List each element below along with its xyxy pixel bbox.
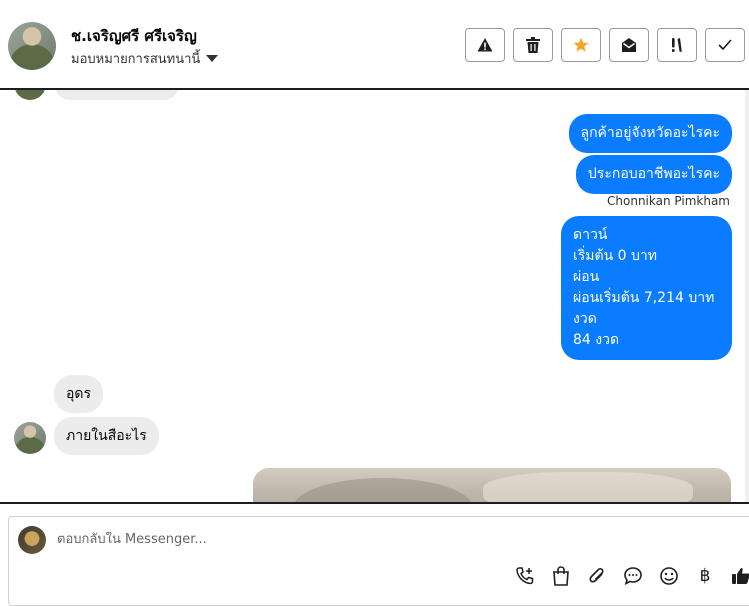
warning-icon <box>477 38 493 52</box>
summary-line: 84 งวด <box>573 332 620 348</box>
photo-detail <box>483 472 693 502</box>
header-toolbar <box>465 28 745 62</box>
smiley-icon <box>660 567 678 585</box>
trash-icon <box>526 37 540 53</box>
divider <box>0 502 749 504</box>
message-thread[interactable]: ลูกค้าอยู่จังหวัดอะไรคะ ประกอบอาชีพอะไรค… <box>0 90 749 502</box>
attach-button[interactable] <box>586 565 608 587</box>
emoji-button[interactable] <box>658 565 680 587</box>
chat-bubble-icon <box>624 567 642 586</box>
important-icon <box>672 38 682 52</box>
envelope-open-icon <box>622 38 636 52</box>
summary-line: ดาวน์ <box>573 227 608 243</box>
check-icon <box>718 39 732 51</box>
call-button[interactable] <box>514 565 536 587</box>
payment-button[interactable]: ฿ <box>694 565 716 587</box>
scrollbar[interactable] <box>745 90 749 502</box>
contact-name[interactable]: ช.เจริญศรี ศรีเจริญ <box>71 24 197 48</box>
chevron-down-icon <box>206 55 219 62</box>
summary-line: เริ่มต้น 0 บาท <box>573 248 657 264</box>
paperclip-icon <box>589 567 604 583</box>
assign-label: มอบหมายการสนทนานี้ <box>71 52 201 67</box>
image-attachment[interactable] <box>253 468 731 502</box>
summary-line: งวด <box>573 311 597 327</box>
message-bubble-incoming[interactable]: ภายในสือะไร <box>54 417 159 455</box>
mark-spam-button[interactable] <box>465 28 505 62</box>
phone-plus-icon <box>516 567 534 585</box>
saved-replies-button[interactable] <box>622 565 644 587</box>
message-bubble-outgoing[interactable]: ประกอบอาชีพอะไรคะ <box>575 155 732 194</box>
thumbs-up-icon <box>732 568 749 584</box>
summary-line: ผ่อนเริ่มต้น 7,214 บาท <box>573 290 715 306</box>
shopping-bag-icon <box>553 566 569 586</box>
contact-avatar-small <box>14 90 46 100</box>
contact-avatar[interactable] <box>8 22 56 70</box>
reply-input[interactable] <box>57 532 457 547</box>
message-text: ลูกค้าอยู่จังหวัดอะไรคะ <box>580 125 721 141</box>
mark-unread-button[interactable] <box>609 28 649 62</box>
sender-name: Chonnikan Pimkham <box>607 194 730 208</box>
shop-button[interactable] <box>550 565 572 587</box>
photo-detail <box>293 478 473 502</box>
conversation-header: ช.เจริญศรี ศรีเจริญ มอบหมายการสนทนานี้ <box>0 0 749 90</box>
message-text: ประกอบอาชีพอะไรคะ <box>587 166 720 182</box>
summary-line: ผ่อน <box>573 269 600 285</box>
message-bubble-outgoing[interactable]: ลูกค้าอยู่จังหวัดอะไรคะ <box>568 114 732 153</box>
star-button[interactable] <box>561 28 601 62</box>
message-bubble-incoming[interactable]: อุดร <box>54 375 104 413</box>
reply-composer: ฿ <box>8 516 749 606</box>
message-text: ภายในสือะไร <box>66 428 147 444</box>
composer-toolbar: ฿ <box>514 565 749 587</box>
message-bubble-outgoing-summary[interactable]: ดาวน์ เริ่มต้น 0 บาท ผ่อน ผ่อนเริ่มต้น 7… <box>561 216 732 360</box>
mark-done-button[interactable] <box>705 28 745 62</box>
like-button[interactable] <box>730 565 749 587</box>
assign-conversation-dropdown[interactable]: มอบหมายการสนทนานี้ <box>71 48 219 69</box>
message-bubble-incoming-partial <box>55 90 179 100</box>
page-avatar <box>18 526 46 554</box>
message-text: อุดร <box>66 386 92 402</box>
contact-avatar-small <box>14 422 46 454</box>
star-icon <box>573 37 589 52</box>
mark-important-button[interactable] <box>657 28 697 62</box>
baht-icon: ฿ <box>699 566 711 586</box>
delete-button[interactable] <box>513 28 553 62</box>
